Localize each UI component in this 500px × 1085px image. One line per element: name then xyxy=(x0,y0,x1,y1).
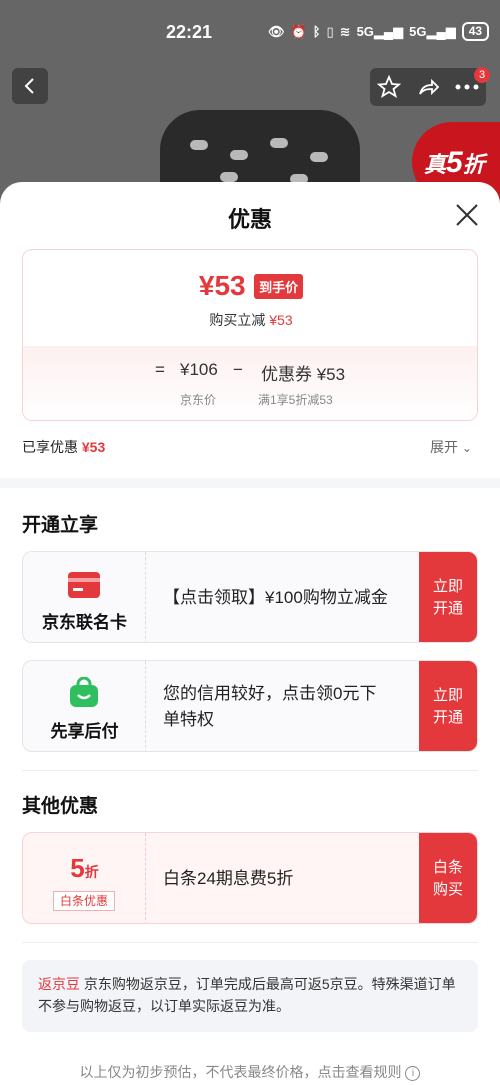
chevron-left-icon xyxy=(24,78,34,94)
expand-button[interactable]: 展开 ⌄ xyxy=(430,437,472,457)
original-price-caption: 京东价 xyxy=(180,393,217,407)
status-icons: 👁 ⏰ ᛒ ▯ ≋ 5G▂▄▆ 5G▂▄▆ 43 xyxy=(268,22,490,41)
price-breakdown-card: ¥53 到手价 购买立减 ¥53 = ¥106 − 优惠券 ¥53 京东价 满1… xyxy=(22,249,478,421)
star-icon[interactable] xyxy=(377,75,402,99)
battery-icon: 43 xyxy=(461,22,490,41)
original-price: ¥106 xyxy=(180,360,218,379)
status-bar: 22:21 👁 ⏰ ᛒ ▯ ≋ 5G▂▄▆ 5G▂▄▆ 43 xyxy=(0,0,500,62)
top-actions xyxy=(370,68,486,106)
coupon-amount: 优惠券 ¥53 xyxy=(261,365,346,384)
credit-card-icon xyxy=(68,572,100,598)
divider xyxy=(22,942,478,943)
offer-text: 白条24期息费5折 xyxy=(163,869,294,888)
back-button[interactable] xyxy=(12,68,48,104)
alarm-icon: ⏰ xyxy=(290,23,307,39)
section-title-open: 开通立享 xyxy=(22,515,99,536)
offer-label: 京东联名卡 xyxy=(42,613,127,632)
share-icon[interactable] xyxy=(416,75,440,99)
signal-icon: 5G▂▄▆ xyxy=(409,23,456,39)
jd-bean-info: 返京豆 京东购物返京豆，订单完成后最高可返5京豆。特殊渠道订单不参与购物返豆，以… xyxy=(22,960,478,1032)
equals-sign: = xyxy=(155,360,165,379)
signal-icon: 5G▂▄▆ xyxy=(356,23,404,39)
bluetooth-icon: ᛒ xyxy=(312,24,321,39)
vibrate-icon: ▯ xyxy=(326,23,334,39)
open-now-button[interactable]: 立即开通 xyxy=(419,661,477,751)
enjoyed-discount: 已享优惠 ¥53 xyxy=(22,439,106,455)
info-icon: i xyxy=(405,1065,421,1081)
instant-discount: 购买立减 ¥53 xyxy=(209,312,293,328)
coupon-caption: 满1享5折减53 xyxy=(258,393,333,407)
eye-icon: 👁 xyxy=(268,23,285,39)
close-icon[interactable] xyxy=(454,202,480,228)
baitiao-buy-button[interactable]: 白条购买 xyxy=(419,833,477,923)
discount-sheet: 优惠 ¥53 到手价 购买立减 ¥53 = ¥106 − 优惠券 ¥53 京东价… xyxy=(0,182,500,1085)
jd-bean-label: 返京豆 xyxy=(38,976,80,992)
minus-sign: − xyxy=(233,360,243,379)
offer-card-jd-card[interactable]: 京东联名卡 【点击领取】¥100购物立减金 立即开通 xyxy=(22,551,478,643)
rules-footer[interactable]: 以上仅为初步预估，不代表最终价格，点击查看规则 i xyxy=(0,1062,500,1082)
sheet-title: 优惠 xyxy=(227,207,272,232)
offer-card-baitiao[interactable]: 5折 白条优惠 白条24期息费5折 白条购买 xyxy=(22,832,478,924)
discount-rate: 5折 xyxy=(70,853,99,883)
wifi-icon: ≋ xyxy=(339,23,351,39)
more-icon[interactable] xyxy=(455,83,479,91)
offer-card-pay-later[interactable]: 先享后付 您的信用较好，点击领0元下单特权 立即开通 xyxy=(22,660,478,752)
offer-text: 您的信用较好，点击领0元下单特权 xyxy=(163,684,377,729)
section-title-other: 其他优惠 xyxy=(22,796,99,817)
cart-count-badge: 3 xyxy=(474,67,490,83)
offer-label: 先享后付 xyxy=(50,722,119,741)
final-price: ¥53 xyxy=(198,270,246,301)
shopping-bag-icon xyxy=(70,677,98,707)
open-now-button[interactable]: 立即开通 xyxy=(419,552,477,642)
status-time: 22:21 xyxy=(166,22,213,42)
baitiao-tag: 白条优惠 xyxy=(53,891,115,911)
section-divider xyxy=(0,478,500,488)
chevron-down-icon: ⌄ xyxy=(461,441,472,455)
jd-bean-text: 京东购物返京豆，订单完成后最高可返5京豆。特殊渠道订单不参与购物返豆，以订单实际… xyxy=(38,976,456,1014)
divider xyxy=(22,770,478,771)
final-price-tag: 到手价 xyxy=(254,273,304,299)
offer-text: 【点击领取】¥100购物立减金 xyxy=(163,588,388,607)
product-image xyxy=(160,110,360,190)
